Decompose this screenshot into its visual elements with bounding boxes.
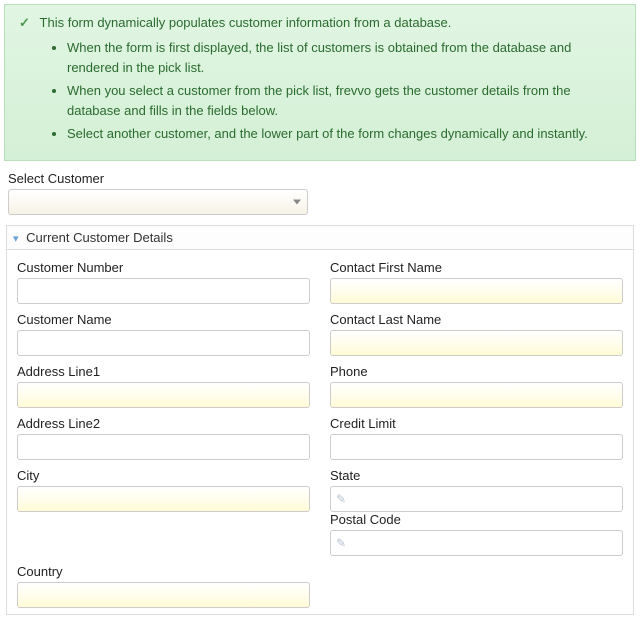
chevron-down-icon bbox=[293, 199, 301, 204]
section-header[interactable]: ▾ Current Customer Details bbox=[7, 226, 633, 250]
fields-grid: Customer Number Contact First Name Custo… bbox=[7, 250, 633, 608]
customer-number-label: Customer Number bbox=[17, 260, 310, 275]
phone-field[interactable] bbox=[330, 382, 623, 408]
contact-first-name-field[interactable] bbox=[330, 278, 623, 304]
address-line1-label: Address Line1 bbox=[17, 364, 310, 379]
edit-icon: ✎ bbox=[336, 492, 346, 506]
contact-first-name-label: Contact First Name bbox=[330, 260, 623, 275]
state-field[interactable] bbox=[330, 486, 623, 512]
select-customer-block: Select Customer bbox=[8, 171, 632, 215]
info-bullet: When the form is first displayed, the li… bbox=[67, 38, 621, 77]
state-label: State bbox=[330, 468, 623, 483]
customer-number-field[interactable] bbox=[17, 278, 310, 304]
customer-details-section: ▾ Current Customer Details Customer Numb… bbox=[6, 225, 634, 615]
credit-limit-cell: Credit Limit bbox=[330, 416, 623, 460]
customer-name-field[interactable] bbox=[17, 330, 310, 356]
contact-last-name-label: Contact Last Name bbox=[330, 312, 623, 327]
select-customer-dropdown[interactable] bbox=[8, 189, 308, 215]
phone-cell: Phone bbox=[330, 364, 623, 408]
check-icon: ✓ bbox=[19, 15, 30, 31]
address-line1-field[interactable] bbox=[17, 382, 310, 408]
state-postal-row: State ✎ Postal Code ✎ bbox=[330, 468, 623, 556]
address-line2-label: Address Line2 bbox=[17, 416, 310, 431]
address-line2-field[interactable] bbox=[17, 434, 310, 460]
state-cell: State ✎ bbox=[330, 468, 623, 512]
country-label: Country bbox=[17, 564, 310, 579]
info-bullet: When you select a customer from the pick… bbox=[67, 81, 621, 120]
collapse-arrow-icon: ▾ bbox=[13, 232, 19, 245]
postal-code-field[interactable] bbox=[330, 530, 623, 556]
info-panel: ✓ This form dynamically populates custom… bbox=[4, 4, 636, 161]
customer-name-cell: Customer Name bbox=[17, 312, 310, 356]
select-customer-label: Select Customer bbox=[8, 171, 632, 186]
postal-code-cell: Postal Code ✎ bbox=[330, 512, 623, 556]
country-cell: Country bbox=[17, 564, 310, 608]
customer-number-cell: Customer Number bbox=[17, 260, 310, 304]
phone-label: Phone bbox=[330, 364, 623, 379]
country-field[interactable] bbox=[17, 582, 310, 608]
address-line1-cell: Address Line1 bbox=[17, 364, 310, 408]
city-label: City bbox=[17, 468, 310, 483]
credit-limit-field[interactable] bbox=[330, 434, 623, 460]
address-line2-cell: Address Line2 bbox=[17, 416, 310, 460]
edit-icon: ✎ bbox=[336, 536, 346, 550]
section-title: Current Customer Details bbox=[26, 230, 173, 245]
contact-last-name-field[interactable] bbox=[330, 330, 623, 356]
city-field[interactable] bbox=[17, 486, 310, 512]
contact-first-name-cell: Contact First Name bbox=[330, 260, 623, 304]
postal-code-label: Postal Code bbox=[330, 512, 623, 527]
customer-name-label: Customer Name bbox=[17, 312, 310, 327]
info-bullet-list: When the form is first displayed, the li… bbox=[67, 38, 621, 144]
contact-last-name-cell: Contact Last Name bbox=[330, 312, 623, 356]
info-lead: This form dynamically populates customer… bbox=[40, 15, 452, 30]
info-bullet: Select another customer, and the lower p… bbox=[67, 124, 621, 144]
credit-limit-label: Credit Limit bbox=[330, 416, 623, 431]
city-cell: City bbox=[17, 468, 310, 556]
